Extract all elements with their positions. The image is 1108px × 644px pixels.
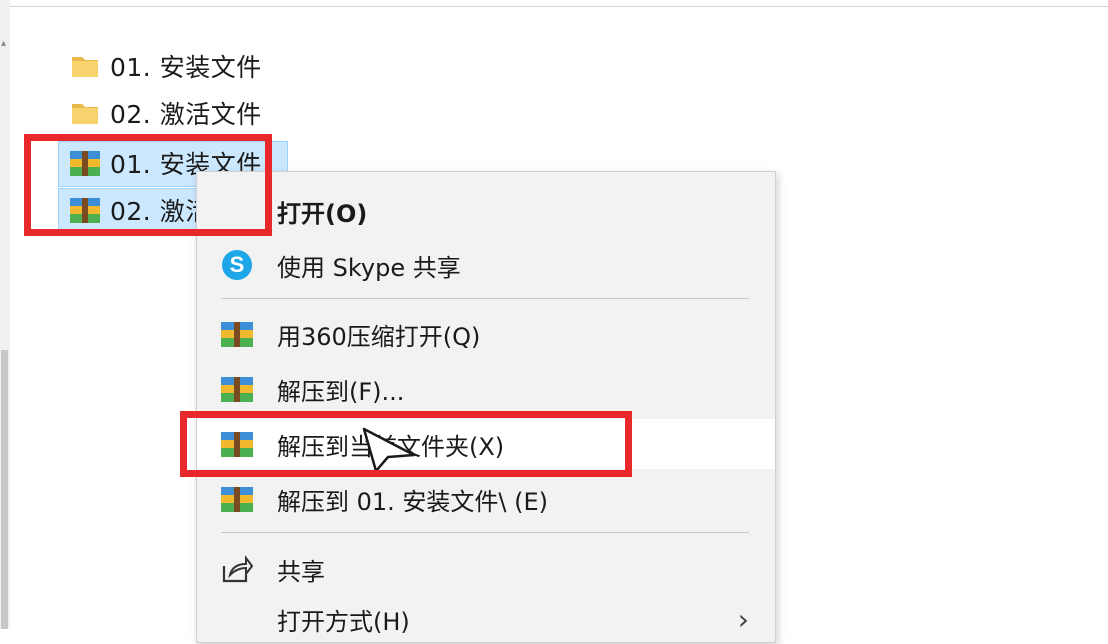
menu-item-label: 共享 bbox=[277, 557, 325, 586]
menu-item-extract-to[interactable]: 解压到(F)... bbox=[197, 364, 775, 414]
archive-icon bbox=[219, 316, 255, 352]
file-item-folder-install[interactable]: 01. 安装文件 bbox=[68, 46, 262, 86]
folder-icon bbox=[68, 96, 102, 130]
folder-icon bbox=[68, 49, 102, 83]
context-menu: 打开(O) S 使用 Skype 共享 用360压缩打开(Q) 解压到(F)..… bbox=[196, 171, 776, 643]
explorer-top-border bbox=[0, 6, 1108, 7]
menu-item-label: 打开方式(H) bbox=[277, 607, 410, 636]
annotation-box-extract-here bbox=[180, 411, 632, 477]
menu-item-open-with-360[interactable]: 用360压缩打开(Q) bbox=[197, 309, 775, 359]
menu-item-label: 解压到 01. 安装文件\ (E) bbox=[277, 487, 549, 516]
chevron-right-icon: › bbox=[737, 602, 749, 636]
file-item-folder-activate[interactable]: 02. 激活文件 bbox=[68, 93, 262, 133]
annotation-box-selected-files bbox=[24, 134, 272, 236]
menu-item-open-with[interactable]: 打开方式(H) › bbox=[197, 594, 775, 644]
menu-separator bbox=[221, 532, 749, 533]
menu-item-label: 打开(O) bbox=[277, 199, 368, 228]
menu-separator bbox=[221, 298, 749, 299]
scrollbar-thumb[interactable] bbox=[1, 350, 8, 629]
skype-icon: S bbox=[219, 247, 255, 283]
share-icon bbox=[219, 551, 255, 587]
navigation-pane-scrollbar[interactable]: ▴ bbox=[0, 0, 10, 629]
menu-item-label: 解压到(F)... bbox=[277, 377, 405, 406]
file-name: 01. 安装文件 bbox=[110, 53, 262, 82]
menu-item-label: 用360压缩打开(Q) bbox=[277, 322, 481, 351]
menu-item-open[interactable]: 打开(O) bbox=[197, 186, 775, 236]
menu-item-share[interactable]: 共享 bbox=[197, 544, 775, 594]
menu-item-label: 使用 Skype 共享 bbox=[277, 253, 461, 282]
scroll-up-icon[interactable]: ▴ bbox=[1, 38, 6, 49]
menu-item-skype-share[interactable]: S 使用 Skype 共享 bbox=[197, 240, 775, 290]
archive-icon bbox=[219, 371, 255, 407]
file-name: 02. 激活文件 bbox=[110, 100, 262, 129]
menu-item-extract-to-folder[interactable]: 解压到 01. 安装文件\ (E) bbox=[197, 474, 775, 524]
archive-icon bbox=[219, 481, 255, 517]
